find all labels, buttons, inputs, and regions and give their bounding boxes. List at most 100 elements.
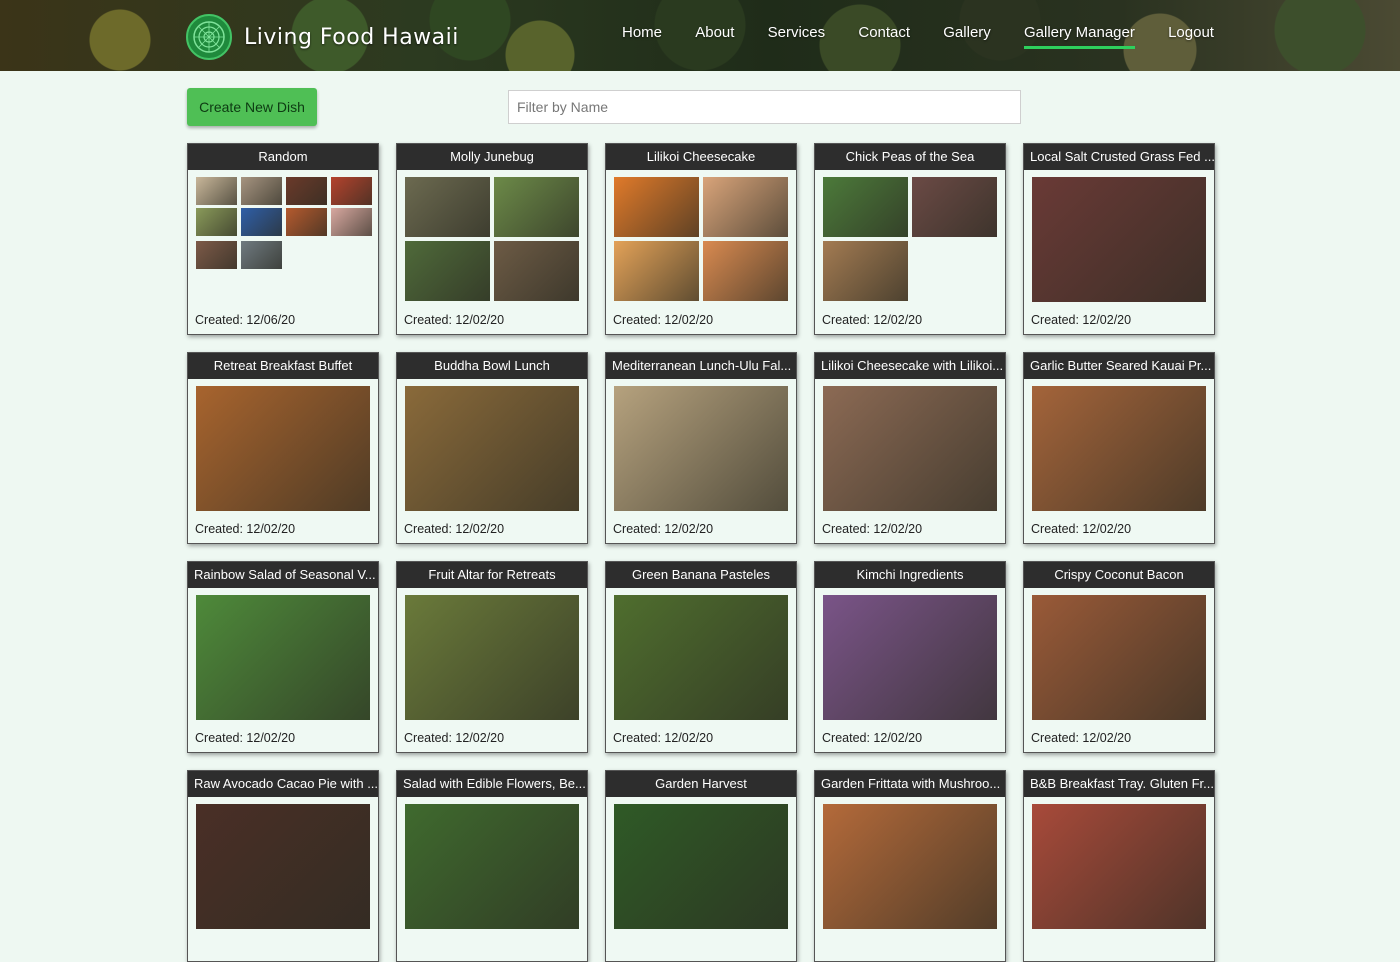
dish-photos xyxy=(614,386,788,511)
dish-photo xyxy=(286,177,327,205)
dish-created-date: Created: 12/02/20 xyxy=(822,522,923,536)
dish-photo xyxy=(614,241,699,301)
dish-photo xyxy=(196,241,237,269)
dish-photos xyxy=(614,177,788,302)
dish-photos xyxy=(196,804,370,929)
dish-photos xyxy=(614,804,788,929)
dish-card[interactable]: Random Created: 12/06/20 xyxy=(187,143,379,335)
dish-card[interactable]: Buddha Bowl Lunch Created: 12/02/20 xyxy=(396,352,588,544)
nav-gallery-manager[interactable]: Gallery Manager xyxy=(1023,18,1135,49)
dish-photo xyxy=(241,208,282,236)
dish-photos xyxy=(1032,177,1206,302)
dish-title: Green Banana Pasteles xyxy=(606,562,796,588)
dish-card[interactable]: Garden Harvest xyxy=(605,770,797,962)
dish-card[interactable]: B&B Breakfast Tray. Gluten Fr... xyxy=(1023,770,1215,962)
dish-photo xyxy=(912,177,997,237)
dish-created-date: Created: 12/02/20 xyxy=(1031,313,1132,327)
dish-created-date: Created: 12/06/20 xyxy=(195,313,296,327)
dish-photo xyxy=(331,177,372,205)
dish-created-date: Created: 12/02/20 xyxy=(613,313,714,327)
dish-title: Raw Avocado Cacao Pie with ... xyxy=(188,771,378,797)
dish-photos xyxy=(823,386,997,511)
dish-photo xyxy=(1032,595,1206,720)
dish-photos xyxy=(196,386,370,511)
dish-title: Buddha Bowl Lunch xyxy=(397,353,587,379)
filter-by-name-input[interactable] xyxy=(508,90,1021,124)
dish-photos xyxy=(823,595,997,720)
dish-created-date: Created: 12/02/20 xyxy=(1031,731,1132,745)
dish-photos xyxy=(405,177,579,302)
main-nav: Home About Services Contact Gallery Gallery M… xyxy=(622,18,1214,52)
dish-card[interactable]: Lilikoi Cheesecake Created: 12/02/20 xyxy=(605,143,797,335)
dish-photo xyxy=(405,595,579,720)
dish-photo xyxy=(614,177,699,237)
dish-title: Lilikoi Cheesecake xyxy=(606,144,796,170)
dish-title: Fruit Altar for Retreats xyxy=(397,562,587,588)
dish-photos xyxy=(614,595,788,720)
dish-card[interactable]: Raw Avocado Cacao Pie with ... xyxy=(187,770,379,962)
dish-title: Rainbow Salad of Seasonal V... xyxy=(188,562,378,588)
dish-photo xyxy=(823,804,997,929)
dish-card[interactable]: Fruit Altar for Retreats Created: 12/02/2… xyxy=(396,561,588,753)
dish-title: Salad with Edible Flowers, Be... xyxy=(397,771,587,797)
dish-created-date: Created: 12/02/20 xyxy=(195,731,296,745)
dish-grid: Random Created: 12/06/20 Molly Junebug Crea… xyxy=(187,143,1215,962)
dish-card[interactable]: Chick Peas of the Sea Created: 12/02/20 xyxy=(814,143,1006,335)
dish-card[interactable]: Green Banana Pasteles Created: 12/02/20 xyxy=(605,561,797,753)
nav-services[interactable]: Services xyxy=(768,18,826,46)
dish-title: Crispy Coconut Bacon xyxy=(1024,562,1214,588)
dish-card[interactable]: Local Salt Crusted Grass Fed ... Created:… xyxy=(1023,143,1215,335)
dish-photo xyxy=(331,208,372,236)
dish-card[interactable]: Kimchi Ingredients Created: 12/02/20 xyxy=(814,561,1006,753)
create-new-dish-button[interactable]: Create New Dish xyxy=(187,88,317,126)
dish-photo xyxy=(1032,386,1206,511)
dish-photo xyxy=(703,177,788,237)
dish-photos xyxy=(823,804,997,929)
dish-card[interactable]: Rainbow Salad of Seasonal V... Created: 1… xyxy=(187,561,379,753)
dish-photo xyxy=(196,208,237,236)
dish-created-date: Created: 12/02/20 xyxy=(822,731,923,745)
nav-about[interactable]: About xyxy=(695,18,734,46)
dish-title: Local Salt Crusted Grass Fed ... xyxy=(1024,144,1214,170)
dish-photo xyxy=(1032,177,1206,302)
dish-photo xyxy=(405,386,579,511)
dish-card[interactable]: Lilikoi Cheesecake with Lilikoi... Create… xyxy=(814,352,1006,544)
dish-photo xyxy=(405,804,579,929)
dish-photo xyxy=(614,595,788,720)
dish-created-date: Created: 12/02/20 xyxy=(822,313,923,327)
nav-contact[interactable]: Contact xyxy=(858,18,910,46)
dish-photos xyxy=(405,595,579,720)
dish-photo xyxy=(614,804,788,929)
dish-card[interactable]: Mediterranean Lunch-Ulu Fal... Created: 1… xyxy=(605,352,797,544)
dish-title: Garlic Butter Seared Kauai Pr... xyxy=(1024,353,1214,379)
dish-photo xyxy=(823,177,908,237)
dish-title: Chick Peas of the Sea xyxy=(815,144,1005,170)
dish-photo xyxy=(614,386,788,511)
nav-gallery[interactable]: Gallery xyxy=(943,18,991,46)
dish-title: B&B Breakfast Tray. Gluten Fr... xyxy=(1024,771,1214,797)
dish-photos xyxy=(1032,386,1206,511)
dish-photos xyxy=(1032,804,1206,929)
dish-card[interactable]: Garden Frittata with Mushroo... xyxy=(814,770,1006,962)
dish-created-date: Created: 12/02/20 xyxy=(404,522,505,536)
dish-photo xyxy=(286,208,327,236)
dish-card[interactable]: Retreat Breakfast Buffet Created: 12/02/2… xyxy=(187,352,379,544)
dish-title: Random xyxy=(188,144,378,170)
dish-photo xyxy=(494,177,579,237)
dish-created-date: Created: 12/02/20 xyxy=(613,522,714,536)
dish-card[interactable]: Molly Junebug Created: 12/02/20 xyxy=(396,143,588,335)
dish-photos xyxy=(196,595,370,720)
dish-title: Lilikoi Cheesecake with Lilikoi... xyxy=(815,353,1005,379)
dish-photos xyxy=(405,804,579,929)
dish-photos xyxy=(196,177,372,302)
dish-card[interactable]: Salad with Edible Flowers, Be... xyxy=(396,770,588,962)
dish-photo xyxy=(823,386,997,511)
dish-card[interactable]: Crispy Coconut Bacon Created: 12/02/20 xyxy=(1023,561,1215,753)
nav-home[interactable]: Home xyxy=(622,18,662,46)
nav-logout[interactable]: Logout xyxy=(1168,18,1214,46)
dish-title: Kimchi Ingredients xyxy=(815,562,1005,588)
brand-logo[interactable]: Living Food Hawaii xyxy=(186,13,459,61)
dish-card[interactable]: Garlic Butter Seared Kauai Pr... Created:… xyxy=(1023,352,1215,544)
dish-photo xyxy=(241,241,282,269)
dish-created-date: Created: 12/02/20 xyxy=(613,731,714,745)
